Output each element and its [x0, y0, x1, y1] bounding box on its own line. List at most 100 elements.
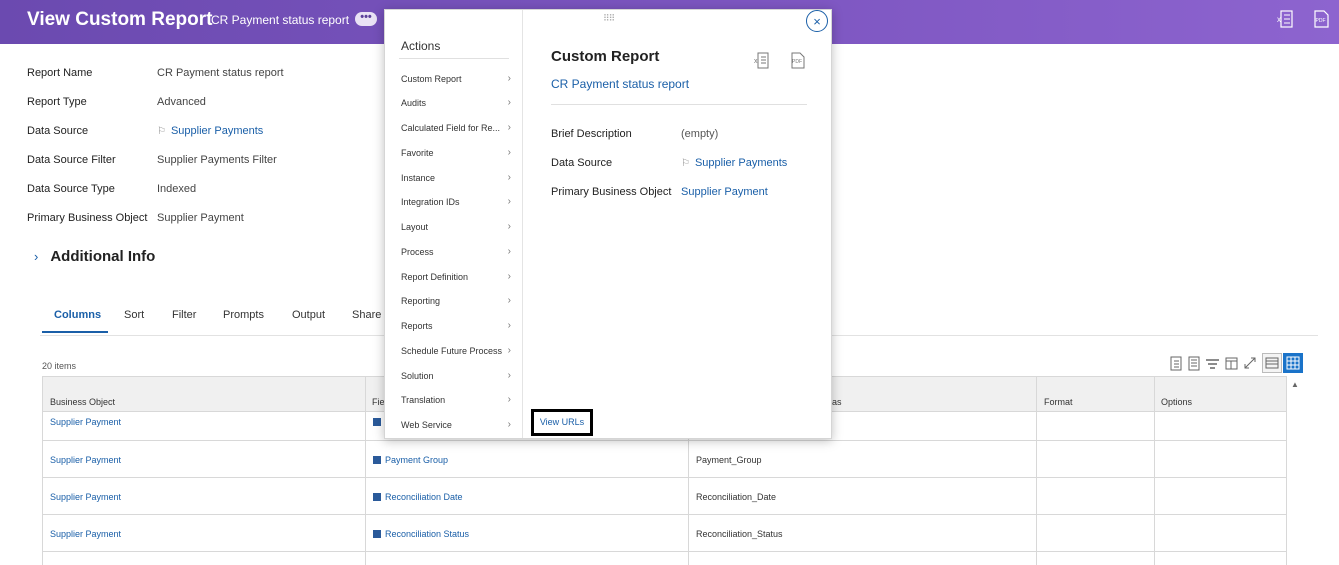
table-cell: [1037, 552, 1155, 565]
svg-text:PDF: PDF: [1316, 18, 1326, 24]
menu-item-label: Favorite: [401, 148, 434, 158]
menu-item-favorite[interactable]: Favorite ›: [401, 147, 515, 158]
business-object-link[interactable]: Supplier Payment: [50, 455, 121, 465]
actions-title: Actions: [401, 39, 441, 53]
table-cell: Reconciliation_Status: [689, 515, 1037, 551]
menu-item-instance[interactable]: Instance ›: [401, 172, 515, 183]
related-actions-popup: ⠿⠿ Actions Custom Report › Audits › Calcul…: [384, 9, 832, 439]
table-view-button[interactable]: [1262, 353, 1282, 373]
grid-view-button[interactable]: [1283, 353, 1303, 373]
drag-handle-icon[interactable]: ⠿⠿: [603, 13, 615, 24]
chevron-right-icon: ›: [507, 320, 511, 331]
menu-item-audits[interactable]: Audits ›: [401, 97, 515, 108]
menu-item-solution[interactable]: Solution ›: [401, 370, 515, 381]
excel-export-icon[interactable]: [1168, 356, 1182, 371]
primary-business-object-link[interactable]: Supplier Payment: [157, 212, 244, 224]
tab-columns[interactable]: Columns: [54, 309, 101, 321]
table-cell: Supplier Payment: [43, 515, 366, 551]
data-source-link[interactable]: Supplier Payments: [171, 125, 263, 137]
table-cell: Supplier Payment: [43, 404, 366, 440]
menu-item-reporting[interactable]: Reporting ›: [401, 295, 515, 306]
table-cell: [1037, 478, 1155, 514]
table-cell: [689, 552, 1037, 565]
table-cell: [1037, 404, 1155, 440]
menu-item-custom-report[interactable]: Custom Report ›: [401, 73, 515, 84]
field-link[interactable]: Reconciliation Status: [385, 529, 469, 539]
chevron-right-icon: ›: [507, 271, 511, 282]
popup-data-source-link[interactable]: Supplier Payments: [695, 157, 787, 169]
item-count: 20 items: [42, 361, 77, 371]
field-label: Data Source Type: [27, 183, 115, 195]
tab-prompts[interactable]: Prompts: [223, 309, 264, 321]
excel-export-icon[interactable]: x: [754, 52, 769, 69]
excel-export-icon[interactable]: x: [1277, 10, 1293, 28]
business-object-link[interactable]: Supplier Payment: [50, 529, 121, 539]
menu-item-layout[interactable]: Layout ›: [401, 221, 515, 232]
chevron-right-icon: ›: [507, 122, 511, 133]
table-cell: [1155, 478, 1288, 514]
popup-field-label: Data Source: [551, 157, 613, 169]
field-label: Data Source Filter: [27, 154, 116, 166]
alias-text: Reconciliation_Status: [696, 529, 783, 539]
tab-filter[interactable]: Filter: [172, 309, 196, 321]
menu-item-calculated-field[interactable]: Calculated Field for Re... ›: [401, 122, 515, 133]
menu-item-label: Integration IDs: [401, 197, 460, 207]
table-cell: Reconciliation_Date: [689, 478, 1037, 514]
expand-icon[interactable]: [1244, 357, 1256, 369]
actions-divider: [399, 58, 509, 59]
business-object-link[interactable]: Supplier Payment: [50, 492, 121, 502]
chevron-right-icon: ›: [507, 172, 511, 183]
field-link[interactable]: Reconciliation Date: [385, 492, 463, 502]
scroll-up-arrow[interactable]: ▲: [1291, 380, 1299, 389]
table-cell: [1037, 441, 1155, 477]
field-value: CR Payment status report: [157, 67, 284, 79]
tab-sort[interactable]: Sort: [124, 309, 144, 321]
popup-field-value: (empty): [681, 128, 719, 140]
chevron-right-icon: ›: [507, 196, 511, 207]
menu-item-report-definition[interactable]: Report Definition ›: [401, 271, 515, 282]
view-urls-button[interactable]: View URLs: [531, 409, 593, 436]
field-label: Report Name: [27, 67, 93, 79]
field-type-icon: [373, 418, 381, 426]
data-source-filter-link[interactable]: Supplier Payments Filter: [157, 154, 277, 166]
chevron-right-icon: ›: [507, 295, 511, 306]
menu-item-web-service[interactable]: Web Service ›: [401, 419, 515, 430]
svg-text:PDF: PDF: [792, 59, 802, 65]
table-cell: Supplier Payment: [43, 478, 366, 514]
pdf-export-icon[interactable]: PDF: [1313, 10, 1329, 28]
menu-item-process[interactable]: Process ›: [401, 246, 515, 257]
menu-item-reports[interactable]: Reports ›: [401, 320, 515, 331]
menu-item-translation[interactable]: Translation ›: [401, 394, 515, 405]
table-cell: [366, 552, 689, 565]
field-link[interactable]: Payment Group: [385, 455, 448, 465]
field-value: Advanced: [157, 96, 206, 108]
menu-item-label: Process: [401, 247, 434, 257]
popup-primary-business-object-link[interactable]: Supplier Payment: [681, 186, 768, 198]
table-cell: [1155, 515, 1288, 551]
table-cell: Payment Group: [366, 441, 689, 477]
menu-item-schedule-future-process[interactable]: Schedule Future Process ›: [401, 345, 515, 356]
tab-output[interactable]: Output: [292, 309, 325, 321]
business-object-link[interactable]: Supplier Payment: [50, 417, 121, 427]
tab-share[interactable]: Share: [352, 309, 381, 321]
popup-field-label: Primary Business Object: [551, 186, 672, 198]
additional-info-toggle[interactable]: › Additional Info: [34, 248, 155, 265]
menu-item-integration-ids[interactable]: Integration IDs ›: [401, 196, 515, 207]
close-icon[interactable]: ×: [806, 10, 828, 32]
pdf-export-icon[interactable]: PDF: [790, 52, 805, 69]
popup-title: Custom Report: [551, 48, 660, 65]
table-cell: [43, 552, 366, 565]
filter-icon[interactable]: [1206, 358, 1219, 369]
chevron-right-icon: ›: [507, 97, 511, 108]
related-actions-button[interactable]: •••: [355, 12, 377, 26]
toggle-columns-icon[interactable]: [1225, 357, 1238, 370]
column-view-icon[interactable]: [1188, 356, 1200, 371]
menu-item-label: Audits: [401, 98, 427, 108]
table-row: Supplier Payment Reconciliation Status R…: [42, 515, 1287, 552]
table-cell: [1155, 404, 1288, 440]
table-cell: [1155, 441, 1288, 477]
chevron-right-icon: ›: [507, 419, 511, 430]
table-cell: Reconciliation Status: [366, 515, 689, 551]
data-source-icon: ⚐: [157, 126, 166, 137]
popup-report-link[interactable]: CR Payment status report: [551, 77, 689, 91]
